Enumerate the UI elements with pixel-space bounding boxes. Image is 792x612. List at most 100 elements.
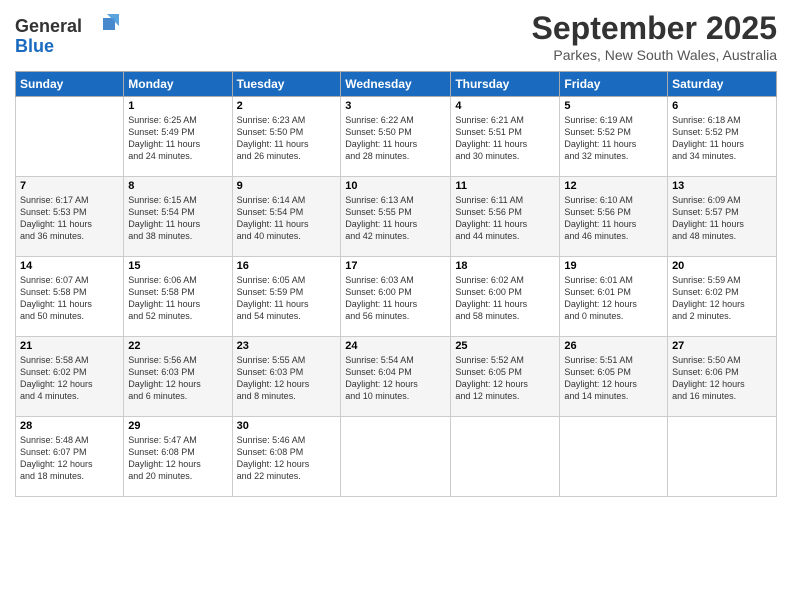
table-cell: 18 Sunrise: 6:02 AM Sunset: 6:00 PM Dayli… <box>451 257 560 337</box>
day-info: Sunrise: 5:55 AM Sunset: 6:03 PM Dayligh… <box>237 354 337 403</box>
table-cell <box>341 417 451 497</box>
calendar-table: Sunday Monday Tuesday Wednesday Thursday… <box>15 71 777 497</box>
day-info: Sunrise: 5:46 AM Sunset: 6:08 PM Dayligh… <box>237 434 337 483</box>
day-number: 20 <box>672 260 772 272</box>
day-number: 18 <box>455 260 555 272</box>
table-cell: 11 Sunrise: 6:11 AM Sunset: 5:56 PM Dayli… <box>451 177 560 257</box>
table-cell: 9 Sunrise: 6:14 AM Sunset: 5:54 PM Daylig… <box>232 177 341 257</box>
page: General Blue September 2025 Parkes, New … <box>0 0 792 612</box>
day-number: 4 <box>455 100 555 112</box>
day-number: 11 <box>455 180 555 192</box>
table-cell <box>451 417 560 497</box>
day-number: 25 <box>455 340 555 352</box>
table-cell: 2Sunrise: 6:23 AM Sunset: 5:50 PM Daylig… <box>232 97 341 177</box>
day-info: Sunrise: 5:47 AM Sunset: 6:08 PM Dayligh… <box>128 434 227 483</box>
header: General Blue September 2025 Parkes, New … <box>15 10 777 65</box>
day-info: Sunrise: 6:21 AM Sunset: 5:51 PM Dayligh… <box>455 114 555 163</box>
day-info: Sunrise: 6:19 AM Sunset: 5:52 PM Dayligh… <box>564 114 663 163</box>
day-number: 26 <box>564 340 663 352</box>
day-number: 14 <box>20 260 119 272</box>
day-info: Sunrise: 6:05 AM Sunset: 5:59 PM Dayligh… <box>237 274 337 323</box>
day-number: 1 <box>128 100 227 112</box>
table-cell: 3 Sunrise: 6:22 AM Sunset: 5:50 PM Daylig… <box>341 97 451 177</box>
day-info: Sunrise: 6:10 AM Sunset: 5:56 PM Dayligh… <box>564 194 663 243</box>
table-cell: 28 Sunrise: 5:48 AM Sunset: 6:07 PM Dayli… <box>16 417 124 497</box>
day-info: Sunrise: 5:52 AM Sunset: 6:05 PM Dayligh… <box>455 354 555 403</box>
week-row-1: 1 Sunrise: 6:25 AM Sunset: 5:49 PM Daylig… <box>16 97 777 177</box>
table-cell: 10 Sunrise: 6:13 AM Sunset: 5:55 PM Dayli… <box>341 177 451 257</box>
day-number: 19 <box>564 260 663 272</box>
day-number: 9 <box>237 180 337 192</box>
day-info: Sunrise: 6:11 AM Sunset: 5:56 PM Dayligh… <box>455 194 555 243</box>
table-cell: 26 Sunrise: 5:51 AM Sunset: 6:05 PM Dayli… <box>560 337 668 417</box>
day-number: 28 <box>20 420 119 432</box>
day-number: 7 <box>20 180 119 192</box>
table-cell: 5 Sunrise: 6:19 AM Sunset: 5:52 PM Daylig… <box>560 97 668 177</box>
table-cell: 4 Sunrise: 6:21 AM Sunset: 5:51 PM Daylig… <box>451 97 560 177</box>
day-info: Sunrise: 5:50 AM Sunset: 6:06 PM Dayligh… <box>672 354 772 403</box>
week-row-4: 21Sunrise: 5:58 AM Sunset: 6:02 PM Dayli… <box>16 337 777 417</box>
day-number: 30 <box>237 420 337 432</box>
day-info: Sunrise: 6:17 AM Sunset: 5:53 PM Dayligh… <box>20 194 119 243</box>
title-section: September 2025 Parkes, New South Wales, … <box>532 10 777 63</box>
day-number: 3 <box>345 100 446 112</box>
day-info: Sunrise: 6:09 AM Sunset: 5:57 PM Dayligh… <box>672 194 772 243</box>
table-cell: 15 Sunrise: 6:06 AM Sunset: 5:58 PM Dayli… <box>124 257 232 337</box>
day-info: Sunrise: 5:54 AM Sunset: 6:04 PM Dayligh… <box>345 354 446 403</box>
subtitle: Parkes, New South Wales, Australia <box>532 47 777 63</box>
col-sunday: Sunday <box>16 72 124 97</box>
week-row-2: 7 Sunrise: 6:17 AM Sunset: 5:53 PM Daylig… <box>16 177 777 257</box>
day-info: Sunrise: 6:23 AM Sunset: 5:50 PM Dayligh… <box>237 114 337 163</box>
table-cell: 19 Sunrise: 6:01 AM Sunset: 6:01 PM Dayli… <box>560 257 668 337</box>
table-cell <box>560 417 668 497</box>
day-number: 5 <box>564 100 663 112</box>
svg-text:General: General <box>15 16 82 36</box>
day-info: Sunrise: 6:02 AM Sunset: 6:00 PM Dayligh… <box>455 274 555 323</box>
table-cell: 20 Sunrise: 5:59 AM Sunset: 6:02 PM Dayli… <box>668 257 777 337</box>
day-info: Sunrise: 5:51 AM Sunset: 6:05 PM Dayligh… <box>564 354 663 403</box>
day-number: 23 <box>237 340 337 352</box>
table-cell <box>16 97 124 177</box>
day-info: Sunrise: 6:01 AM Sunset: 6:01 PM Dayligh… <box>564 274 663 323</box>
day-number: 29 <box>128 420 227 432</box>
table-cell: 1 Sunrise: 6:25 AM Sunset: 5:49 PM Daylig… <box>124 97 232 177</box>
col-wednesday: Wednesday <box>341 72 451 97</box>
calendar-header-row: Sunday Monday Tuesday Wednesday Thursday… <box>16 72 777 97</box>
day-info: Sunrise: 6:25 AM Sunset: 5:49 PM Dayligh… <box>128 114 227 163</box>
table-cell: 21Sunrise: 5:58 AM Sunset: 6:02 PM Dayli… <box>16 337 124 417</box>
day-info: Sunrise: 5:59 AM Sunset: 6:02 PM Dayligh… <box>672 274 772 323</box>
table-cell: 24 Sunrise: 5:54 AM Sunset: 6:04 PM Dayli… <box>341 337 451 417</box>
day-number: 8 <box>128 180 227 192</box>
day-info: Sunrise: 6:06 AM Sunset: 5:58 PM Dayligh… <box>128 274 227 323</box>
col-saturday: Saturday <box>668 72 777 97</box>
table-cell: 29 Sunrise: 5:47 AM Sunset: 6:08 PM Dayli… <box>124 417 232 497</box>
table-cell: 6 Sunrise: 6:18 AM Sunset: 5:52 PM Daylig… <box>668 97 777 177</box>
col-tuesday: Tuesday <box>232 72 341 97</box>
table-cell: 17Sunrise: 6:03 AM Sunset: 6:00 PM Dayli… <box>341 257 451 337</box>
table-cell: 14 Sunrise: 6:07 AM Sunset: 5:58 PM Dayli… <box>16 257 124 337</box>
day-number: 15 <box>128 260 227 272</box>
day-info: Sunrise: 6:14 AM Sunset: 5:54 PM Dayligh… <box>237 194 337 243</box>
table-cell: 12 Sunrise: 6:10 AM Sunset: 5:56 PM Dayli… <box>560 177 668 257</box>
table-cell: 7 Sunrise: 6:17 AM Sunset: 5:53 PM Daylig… <box>16 177 124 257</box>
table-cell: 13Sunrise: 6:09 AM Sunset: 5:57 PM Dayli… <box>668 177 777 257</box>
day-number: 10 <box>345 180 446 192</box>
day-number: 22 <box>128 340 227 352</box>
col-friday: Friday <box>560 72 668 97</box>
table-cell: 8Sunrise: 6:15 AM Sunset: 5:54 PM Daylig… <box>124 177 232 257</box>
day-info: Sunrise: 6:22 AM Sunset: 5:50 PM Dayligh… <box>345 114 446 163</box>
day-info: Sunrise: 6:18 AM Sunset: 5:52 PM Dayligh… <box>672 114 772 163</box>
table-cell: 22 Sunrise: 5:56 AM Sunset: 6:03 PM Dayli… <box>124 337 232 417</box>
main-title: September 2025 <box>532 10 777 47</box>
day-info: Sunrise: 6:07 AM Sunset: 5:58 PM Dayligh… <box>20 274 119 323</box>
day-number: 6 <box>672 100 772 112</box>
col-monday: Monday <box>124 72 232 97</box>
day-info: Sunrise: 5:48 AM Sunset: 6:07 PM Dayligh… <box>20 434 119 483</box>
day-info: Sunrise: 5:56 AM Sunset: 6:03 PM Dayligh… <box>128 354 227 403</box>
table-cell: 27Sunrise: 5:50 AM Sunset: 6:06 PM Dayli… <box>668 337 777 417</box>
day-info: Sunrise: 6:13 AM Sunset: 5:55 PM Dayligh… <box>345 194 446 243</box>
day-number: 12 <box>564 180 663 192</box>
logo-text: General Blue <box>15 10 125 65</box>
day-number: 24 <box>345 340 446 352</box>
week-row-3: 14 Sunrise: 6:07 AM Sunset: 5:58 PM Dayli… <box>16 257 777 337</box>
